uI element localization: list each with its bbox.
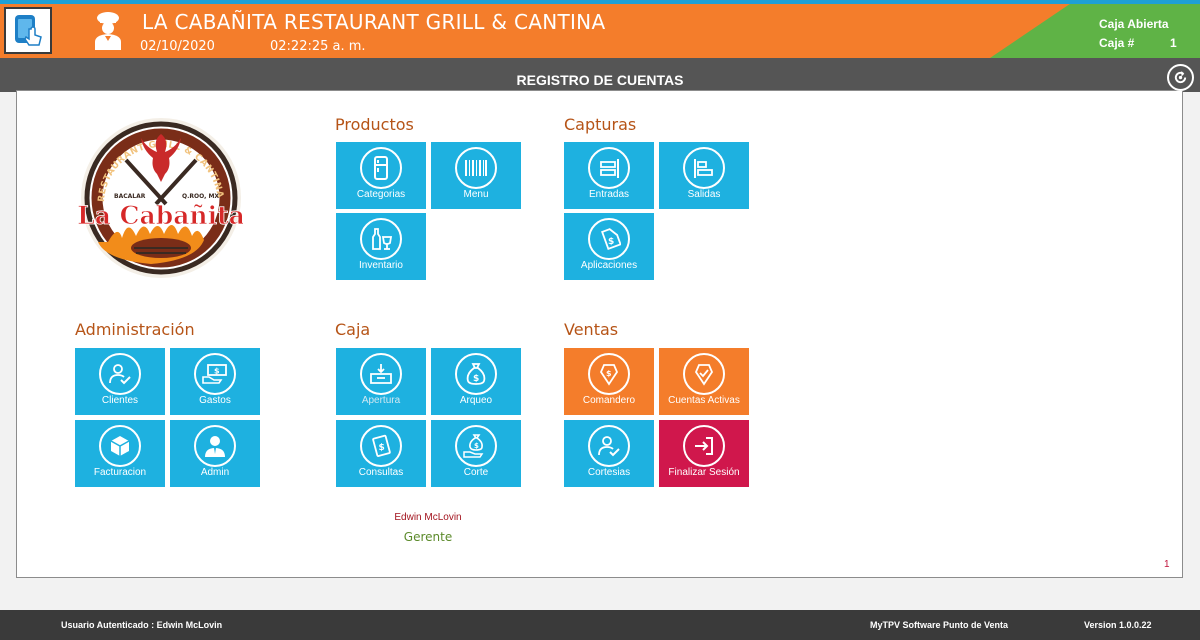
tile-corte[interactable]: $ Corte [431, 420, 521, 487]
page-title: REGISTRO DE CUENTAS [516, 72, 684, 88]
user-role: Gerente [403, 530, 453, 544]
tile-label: Facturacion [93, 467, 147, 478]
app-title: LA CABAÑITA RESTAURANT GRILL & CANTINA [142, 10, 606, 34]
admin-user-icon [194, 425, 236, 467]
section-title-caja: Caja [335, 320, 371, 339]
align-left-icon [683, 147, 725, 189]
chef-icon [95, 12, 121, 50]
section-title-ventas: Ventas [564, 320, 619, 339]
svg-text:$: $ [379, 443, 385, 453]
tile-entradas[interactable]: Entradas [564, 142, 654, 209]
tile-label: Cuentas Activas [668, 395, 740, 406]
tile-label: Categorias [356, 189, 406, 200]
tile-consultas[interactable]: $ Consultas [336, 420, 426, 487]
tile-cuentas-activas[interactable]: Cuentas Activas [659, 348, 749, 415]
tile-admin[interactable]: Admin [170, 420, 260, 487]
section-title-administracion: Administración [75, 320, 195, 339]
cash-drawer-icon [360, 353, 402, 395]
logo-right-text: Q.ROO, MX [182, 193, 219, 200]
tile-label: Inventario [359, 260, 403, 271]
authenticated-user: Usuario Autenticado : Edwin McLovin [61, 620, 223, 630]
tile-label: Comandero [582, 395, 636, 406]
refresh-button[interactable] [1167, 64, 1194, 91]
tile-label: Salidas [687, 189, 721, 200]
section-title-productos: Productos [335, 115, 414, 134]
user-name: Edwin McLovin [394, 512, 462, 523]
ticket-icon: $ [588, 353, 630, 395]
ticket-check-icon [683, 353, 725, 395]
user-check-icon [99, 353, 141, 395]
logo-left-text: BACALAR [114, 193, 146, 200]
cash-hand-icon: $ [194, 353, 236, 395]
tile-label: Cortesias [587, 467, 631, 478]
header-time: 02:22:25 a. m. [270, 39, 366, 54]
tile-arqueo[interactable]: $ Arqueo [431, 348, 521, 415]
logo-name: La Cabañita [78, 201, 243, 230]
caja-number-label: Caja # [1099, 36, 1135, 50]
tile-label: Gastos [199, 395, 231, 406]
restaurant-logo: RESTAURANT GRILL & CANTINA BACALAR Q.ROO… [78, 118, 243, 278]
section-title-capturas: Capturas [564, 115, 637, 134]
sign-out-icon [683, 425, 725, 467]
software-name: MyTPV Software Punto de Venta [870, 620, 1009, 630]
svg-text:$: $ [608, 237, 614, 247]
caja-status: Caja Abierta [1099, 17, 1169, 31]
app-menu-button[interactable] [4, 7, 52, 54]
tile-label: Consultas [358, 467, 404, 478]
tile-finalizar-sesion[interactable]: Finalizar Sesión [659, 420, 749, 487]
svg-text:$: $ [474, 442, 479, 450]
tile-aplicaciones[interactable]: $ Aplicaciones [564, 213, 654, 280]
box-icon [99, 425, 141, 467]
tile-inventario[interactable]: Inventario [336, 213, 426, 280]
tile-categorias[interactable]: Categorias [336, 142, 426, 209]
tile-comandero[interactable]: $ Comandero [564, 348, 654, 415]
svg-text:$: $ [606, 369, 612, 378]
tile-gastos[interactable]: $ Gastos [170, 348, 260, 415]
refresh-icon [1174, 70, 1187, 84]
fridge-icon [360, 147, 402, 189]
tile-salidas[interactable]: Salidas [659, 142, 749, 209]
barcode-icon [455, 147, 497, 189]
tile-facturacion[interactable]: Facturacion [75, 420, 165, 487]
page-number: 1 [1164, 559, 1170, 570]
tile-label: Finalizar Sesión [668, 467, 740, 478]
align-right-icon [588, 147, 630, 189]
tile-label: Corte [463, 467, 489, 478]
touch-phone-icon [15, 14, 42, 46]
tile-clientes[interactable]: Clientes [75, 348, 165, 415]
tile-label: Apertura [361, 395, 401, 406]
tile-label: Entradas [588, 189, 630, 200]
status-bar: Usuario Autenticado : Edwin McLovin MyTP… [0, 610, 1200, 640]
svg-text:$: $ [473, 374, 479, 384]
user-check-icon [588, 425, 630, 467]
tile-label: Menu [463, 189, 489, 200]
tile-label: Clientes [101, 395, 139, 406]
tile-apertura[interactable]: Apertura [336, 348, 426, 415]
tile-menu[interactable]: Menu [431, 142, 521, 209]
tile-cortesias[interactable]: Cortesias [564, 420, 654, 487]
tile-label: Admin [200, 467, 230, 478]
price-tag-icon: $ [588, 218, 630, 260]
version-label: Version 1.0.0.22 [1084, 620, 1152, 630]
bills-icon: $ [360, 425, 402, 467]
bottle-glass-icon [360, 218, 402, 260]
tile-label: Aplicaciones [580, 260, 638, 271]
header-date: 02/10/2020 [140, 39, 215, 54]
svg-text:$: $ [214, 367, 220, 376]
money-bag-icon: $ [455, 353, 497, 395]
tile-label: Arqueo [459, 395, 493, 406]
caja-number: 1 [1170, 36, 1177, 50]
money-bag-hand-icon: $ [455, 425, 497, 467]
